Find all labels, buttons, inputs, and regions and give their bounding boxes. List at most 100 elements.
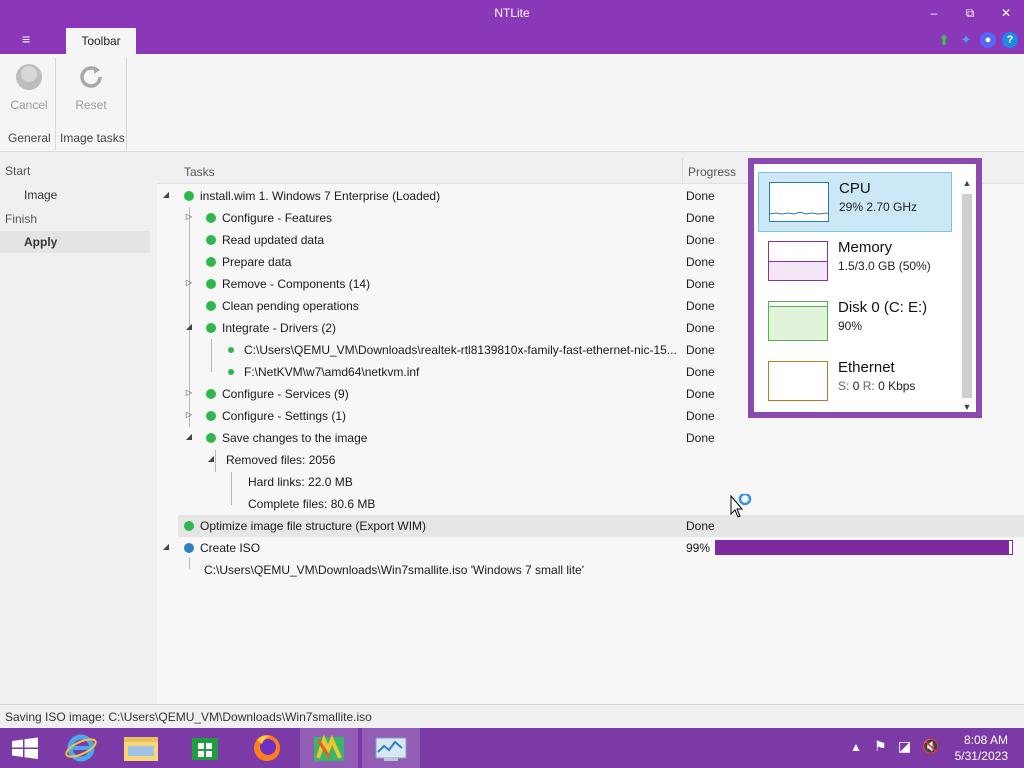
scroll-thumb[interactable] <box>962 194 972 398</box>
collapse-icon[interactable]: ◢ <box>206 454 216 463</box>
performance-monitor-button[interactable] <box>362 728 420 768</box>
minimize-button[interactable]: – <box>925 4 943 22</box>
cancel-icon <box>14 62 44 92</box>
scroll-down-icon[interactable]: ▼ <box>960 400 974 414</box>
ethernet-graph <box>768 361 828 401</box>
perf-item-memory[interactable]: Memory 1.5/3.0 GB (50%) <box>758 232 952 292</box>
cpu-graph <box>769 182 829 222</box>
volume-muted-icon[interactable]: 🔇 <box>922 738 939 768</box>
internet-explorer-icon <box>65 734 97 762</box>
start-button[interactable] <box>0 728 58 768</box>
close-button[interactable]: ✕ <box>997 4 1015 22</box>
done-status-icon <box>206 235 216 245</box>
scroll-up-icon[interactable]: ▲ <box>960 176 974 190</box>
nav-finish[interactable]: Finish <box>5 212 37 226</box>
restore-button[interactable]: ⧉ <box>961 4 979 22</box>
task-label: Configure - Settings (1) <box>222 409 347 423</box>
running-status-icon <box>184 543 194 553</box>
task-row[interactable]: ◢ Removed files: 2056 <box>157 449 1024 471</box>
task-label: install.wim 1. Windows 7 Enterprise (Loa… <box>200 189 441 203</box>
ntlite-taskbar-button[interactable] <box>300 728 358 768</box>
task-row[interactable]: ◢ Save changes to the image Done <box>157 427 1024 449</box>
clock-time: 8:08 AM <box>963 733 1008 747</box>
column-progress[interactable]: Progress <box>688 165 736 179</box>
task-row[interactable]: Hard links: 22.0 MB <box>157 471 1024 493</box>
disk-label: Disk 0 (C: E:) <box>838 299 928 316</box>
clock-date: 5/31/2023 <box>954 749 1008 763</box>
expand-icon[interactable]: ▷ <box>184 388 194 397</box>
task-row[interactable]: Complete files: 80.6 MB <box>157 493 1024 515</box>
task-label: C:\Users\QEMU_VM\Downloads\realtek-rtl81… <box>244 343 677 357</box>
store-button[interactable] <box>176 728 234 768</box>
collapse-icon[interactable]: ◢ <box>184 322 194 331</box>
done-status-icon <box>206 301 216 311</box>
perf-item-ethernet[interactable]: Ethernet S: 0 R: 0 Kbps <box>758 352 952 412</box>
collapse-icon[interactable]: ◢ <box>161 542 171 551</box>
task-row[interactable]: Optimize image file structure (Export WI… <box>178 515 1024 537</box>
task-label: Configure - Services (9) <box>222 387 349 401</box>
folder-icon <box>124 737 158 761</box>
collapse-icon[interactable]: ◢ <box>161 190 171 199</box>
task-label: Prepare data <box>222 255 292 269</box>
expand-icon[interactable]: ▷ <box>184 278 194 287</box>
done-status-icon <box>206 257 216 267</box>
task-label: Configure - Features <box>222 211 333 225</box>
menu-icon[interactable]: ≡ <box>22 31 30 47</box>
nav-start[interactable]: Start <box>5 164 30 178</box>
done-status-icon <box>184 191 194 201</box>
disk-value: 90% <box>838 319 863 333</box>
task-label: Clean pending operations <box>222 299 359 313</box>
task-manager-icon <box>375 737 407 761</box>
task-label: F:\NetKVM\w7\amd64\netkvm.inf <box>244 365 420 379</box>
task-status: Done <box>686 189 715 203</box>
ethernet-label: Ethernet <box>838 359 895 376</box>
perf-item-cpu[interactable]: CPU 29% 2.70 GHz <box>758 172 952 232</box>
cancel-button[interactable]: Cancel <box>4 60 54 112</box>
perf-item-disk[interactable]: Disk 0 (C: E:) 90% <box>758 292 952 352</box>
group-image-tasks-label: Image tasks <box>60 131 125 145</box>
store-icon <box>192 738 218 760</box>
status-text: Saving ISO image: C:\Users\QEMU_VM\Downl… <box>5 710 372 724</box>
firefox-button[interactable] <box>238 728 296 768</box>
tab-toolbar[interactable]: Toolbar <box>66 28 136 54</box>
memory-graph-fill <box>769 261 827 280</box>
progress-fill <box>716 541 1010 554</box>
task-row[interactable]: ◢ Create ISO 99% <box>157 537 1024 559</box>
column-tasks[interactable]: Tasks <box>184 165 215 179</box>
task-status: 99% <box>686 541 711 555</box>
help-icon[interactable]: ? <box>1002 32 1018 48</box>
internet-explorer-button[interactable] <box>52 728 110 768</box>
column-divider <box>682 158 683 184</box>
update-arrow-icon[interactable]: ⬆ <box>936 32 952 48</box>
show-hidden-icons[interactable]: ▲ <box>850 740 862 768</box>
task-row[interactable]: C:\Users\QEMU_VM\Downloads\Win7smallite.… <box>157 559 1024 581</box>
expand-icon[interactable]: ▷ <box>184 212 194 221</box>
done-status-icon <box>206 279 216 289</box>
task-status: Done <box>686 387 715 401</box>
file-explorer-button[interactable] <box>112 728 170 768</box>
collapse-icon[interactable]: ◢ <box>184 432 194 441</box>
discord-icon[interactable]: ● <box>980 32 996 48</box>
reset-button[interactable]: Reset <box>66 60 116 112</box>
twitter-icon[interactable]: ✦ <box>958 32 974 48</box>
ntlite-icon <box>314 734 344 761</box>
nav-item-apply[interactable]: Apply <box>0 231 150 253</box>
task-status: Done <box>686 211 715 225</box>
perf-scrollbar[interactable]: ▲ ▼ <box>960 176 974 412</box>
performance-panel: CPU 29% 2.70 GHz Memory 1.5/3.0 GB (50%)… <box>754 164 976 412</box>
firefox-icon <box>254 735 280 761</box>
nav-apply-label: Apply <box>24 235 58 249</box>
done-status-icon <box>206 213 216 223</box>
task-label: C:\Users\QEMU_VM\Downloads\Win7smallite.… <box>204 563 585 577</box>
left-navigation: Start Image Finish Apply <box>0 158 150 704</box>
network-icon[interactable]: ◪ <box>898 738 911 768</box>
reset-icon <box>76 62 106 92</box>
action-center-flag-icon[interactable]: ⚑ <box>874 738 887 768</box>
ethernet-send-value: 0 <box>852 379 860 393</box>
memory-label: Memory <box>838 239 893 256</box>
disk-graph-fill <box>769 305 827 340</box>
expand-icon[interactable]: ▷ <box>184 410 194 419</box>
done-status-icon <box>206 433 216 443</box>
system-clock[interactable]: 8:08 AM 5/31/2023 <box>955 732 1008 764</box>
nav-item-image[interactable]: Image <box>24 188 57 202</box>
